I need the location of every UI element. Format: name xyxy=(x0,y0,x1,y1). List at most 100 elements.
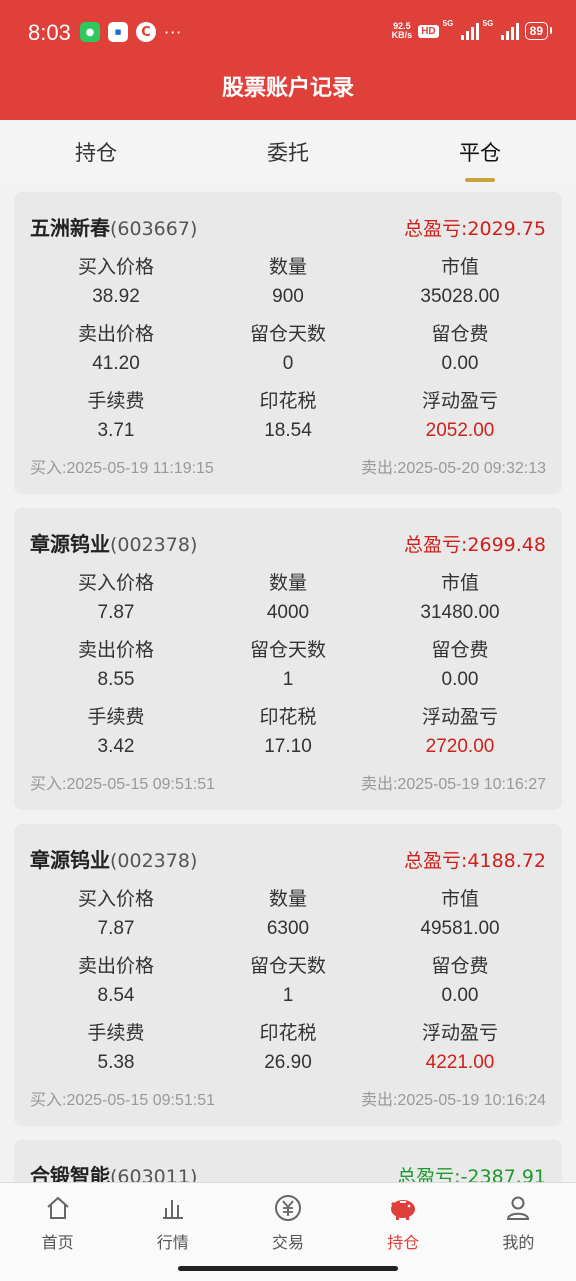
sell-time: 卖出:2025-05-20 09:32:13 xyxy=(360,460,546,477)
floating-pl-label: 浮动盈亏 xyxy=(421,1022,498,1044)
quantity-label: 数量 xyxy=(268,256,307,278)
commission-label: 手续费 xyxy=(87,390,145,412)
hold-days-label: 留仓天数 xyxy=(249,639,326,661)
stamp-tax-value: 18.54 xyxy=(264,420,312,441)
stamp-tax-label: 印花税 xyxy=(259,1022,317,1044)
yuan-icon xyxy=(230,1193,345,1223)
commission-value: 5.38 xyxy=(97,1052,135,1073)
stamp-tax-label: 印花税 xyxy=(259,706,317,728)
buy-time: 买入:2025-05-19 11:19:15 xyxy=(30,460,214,477)
market-value-value: 49581.00 xyxy=(420,918,500,939)
battery-icon: 89 xyxy=(524,22,553,40)
hold-fee-label: 留仓费 xyxy=(431,955,489,977)
nav-me[interactable]: 我的 xyxy=(461,1183,576,1281)
tab-orders[interactable]: 委托 xyxy=(192,120,384,182)
total-profit-loss: 总盈亏:2699.48 xyxy=(404,534,546,556)
stock-name: 章源钨业 xyxy=(30,848,110,872)
hold-days-value: 1 xyxy=(282,985,294,1006)
buy-time: 买入:2025-05-15 09:51:51 xyxy=(30,776,216,793)
piggy-bank-icon xyxy=(346,1193,461,1223)
stock-name: 章源钨业 xyxy=(30,532,110,556)
signal-icon: 5G xyxy=(443,19,479,40)
stock-code: (002378) xyxy=(110,850,198,872)
buy-time: 买入:2025-05-15 09:51:51 xyxy=(30,1092,216,1109)
status-bar: 8:03 ● ■ C ··· 92.5 KB/s HD 5G 5G 89 xyxy=(0,0,576,66)
quantity-value: 900 xyxy=(272,286,304,307)
buy-price-label: 买入价格 xyxy=(77,572,154,594)
status-indicators: 92.5 KB/s HD 5G 5G 89 xyxy=(391,19,553,40)
wechat-icon: ● xyxy=(80,22,100,42)
page-title: 股票账户记录 xyxy=(0,66,576,120)
tab-positions[interactable]: 持仓 xyxy=(0,120,192,182)
stamp-tax-value: 26.90 xyxy=(264,1052,312,1073)
total-profit-loss: 总盈亏:2029.75 xyxy=(404,218,546,240)
hold-fee-value: 0.00 xyxy=(441,985,479,1006)
quantity-value: 4000 xyxy=(266,602,310,623)
quantity-label: 数量 xyxy=(268,572,307,594)
quantity-label: 数量 xyxy=(268,888,307,910)
stock-code: (603667) xyxy=(110,218,198,240)
news-app-icon: ■ xyxy=(108,22,128,42)
commission-value: 3.71 xyxy=(97,420,135,441)
tab-bar: 持仓 委托 平仓 xyxy=(0,120,576,182)
chart-icon xyxy=(115,1193,230,1223)
floating-pl-value: 4221.00 xyxy=(425,1052,495,1073)
commission-value: 3.42 xyxy=(97,736,135,757)
status-time: 8:03 xyxy=(28,20,71,45)
sell-price-value: 41.20 xyxy=(92,353,140,374)
buy-price-value: 38.92 xyxy=(92,286,140,307)
list-item[interactable]: 五洲新春(603667) 总盈亏:2029.75 买入价格 38.92 数量 900… xyxy=(14,192,562,494)
market-value-value: 31480.00 xyxy=(420,602,500,623)
notification-icons: ● ■ C ··· xyxy=(80,22,182,42)
market-value-label: 市值 xyxy=(440,572,479,594)
stamp-tax-value: 17.10 xyxy=(264,736,312,757)
market-value-label: 市值 xyxy=(440,888,479,910)
total-profit-loss: 总盈亏:4188.72 xyxy=(404,850,546,872)
signal-icon-sim2: 5G xyxy=(483,19,519,40)
stock-name: 五洲新春 xyxy=(30,216,110,240)
market-value-label: 市值 xyxy=(440,256,479,278)
hold-fee-label: 留仓费 xyxy=(431,323,489,345)
user-icon xyxy=(461,1193,576,1223)
sell-time: 卖出:2025-05-19 10:16:24 xyxy=(360,1092,546,1109)
hold-fee-value: 0.00 xyxy=(441,353,479,374)
hold-days-label: 留仓天数 xyxy=(249,323,326,345)
hd-voice-icon: HD xyxy=(418,24,439,38)
hold-days-label: 留仓天数 xyxy=(249,955,326,977)
sell-price-label: 卖出价格 xyxy=(77,955,154,977)
buy-price-value: 7.87 xyxy=(97,918,135,939)
sell-price-label: 卖出价格 xyxy=(77,323,154,345)
floating-pl-value: 2720.00 xyxy=(425,736,495,757)
list-item[interactable]: 章源钨业(002378) 总盈亏:2699.48 买入价格 7.87 数量 4000… xyxy=(14,508,562,810)
tab-closed[interactable]: 平仓 xyxy=(384,120,576,182)
closed-positions-list[interactable]: 五洲新春(603667) 总盈亏:2029.75 买入价格 38.92 数量 900… xyxy=(14,192,562,1214)
hold-days-value: 0 xyxy=(282,353,294,374)
home-indicator[interactable] xyxy=(178,1266,398,1271)
buy-price-label: 买入价格 xyxy=(77,256,154,278)
commission-label: 手续费 xyxy=(87,706,145,728)
network-speed: 92.5 KB/s xyxy=(391,21,413,40)
sell-price-value: 8.54 xyxy=(97,985,135,1006)
hold-days-value: 1 xyxy=(282,669,294,690)
c-app-icon: C xyxy=(136,22,156,42)
sell-price-value: 8.55 xyxy=(97,669,135,690)
floating-pl-label: 浮动盈亏 xyxy=(421,706,498,728)
home-icon xyxy=(0,1193,115,1223)
market-value-value: 35028.00 xyxy=(420,286,500,307)
hold-fee-value: 0.00 xyxy=(441,669,479,690)
floating-pl-label: 浮动盈亏 xyxy=(421,390,498,412)
sell-time: 卖出:2025-05-19 10:16:27 xyxy=(360,776,546,793)
quantity-value: 6300 xyxy=(266,918,310,939)
buy-price-label: 买入价格 xyxy=(77,888,154,910)
nav-home[interactable]: 首页 xyxy=(0,1183,115,1281)
stock-code: (002378) xyxy=(110,534,198,556)
more-notifications-icon: ··· xyxy=(164,22,183,42)
hold-fee-label: 留仓费 xyxy=(431,639,489,661)
stamp-tax-label: 印花税 xyxy=(259,390,317,412)
list-item[interactable]: 章源钨业(002378) 总盈亏:4188.72 买入价格 7.87 数量 6300… xyxy=(14,824,562,1126)
floating-pl-value: 2052.00 xyxy=(425,420,495,441)
commission-label: 手续费 xyxy=(87,1022,145,1044)
buy-price-value: 7.87 xyxy=(97,602,135,623)
active-tab-indicator xyxy=(465,178,495,182)
sell-price-label: 卖出价格 xyxy=(77,639,154,661)
